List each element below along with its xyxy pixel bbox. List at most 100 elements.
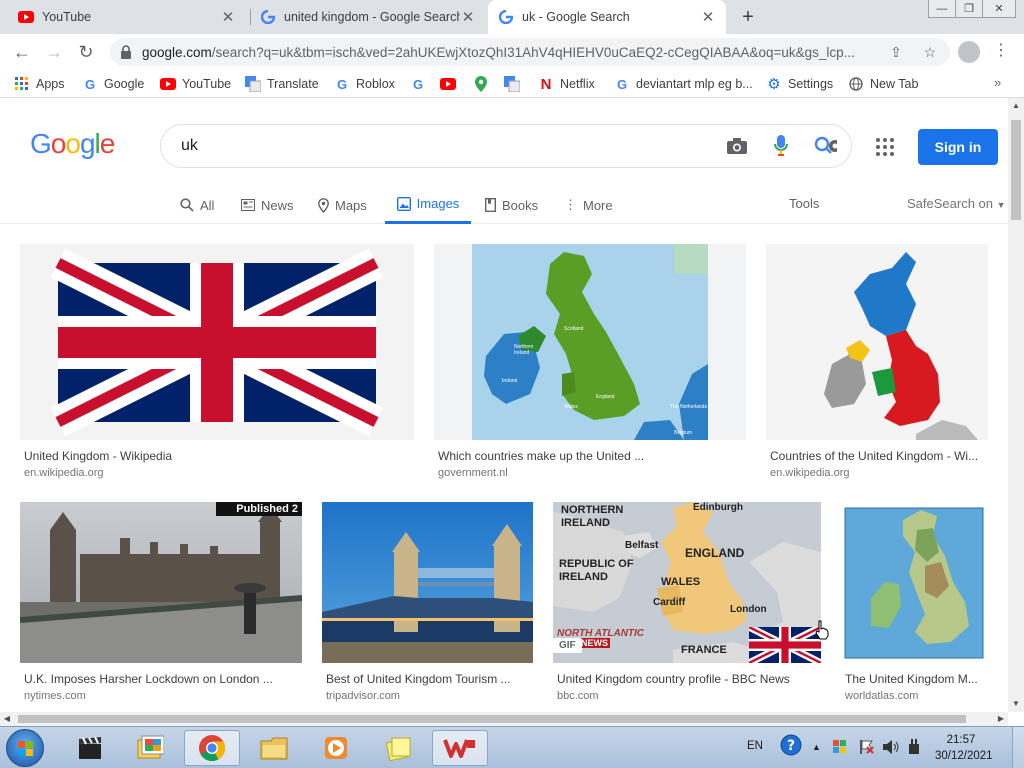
wps-office-icon [443,739,475,758]
result-title[interactable]: The United Kingdom M... [845,672,985,686]
scroll-thumb[interactable] [1011,120,1021,220]
result-thumbnail[interactable] [322,502,533,663]
books-icon [485,198,496,212]
bookmark-settings[interactable]: ⚙ Settings [766,75,833,93]
scroll-right-icon[interactable]: ▶ [994,712,1008,726]
horizontal-scrollbar[interactable]: ◀ ▶ [0,712,1008,726]
close-window-icon[interactable]: ✕ [982,0,1016,18]
tab-images[interactable]: Images [385,186,471,224]
bookmark-star-icon[interactable]: ☆ [920,44,940,61]
chrome-menu-icon[interactable]: ⋮ [993,42,1009,60]
result-title[interactable]: Best of United Kingdom Tourism ... [326,672,529,686]
google-apps-icon[interactable] [876,138,894,156]
start-button[interactable] [6,729,44,767]
bookmark-new-tab[interactable]: New Tab [848,75,918,93]
taskbar-wps-app[interactable] [432,730,488,766]
result-title[interactable]: Countries of the United Kingdom - Wi... [770,449,984,463]
search-input[interactable]: uk [181,137,705,155]
chrome-icon [199,735,226,762]
power-plug-icon[interactable] [906,739,922,755]
vertical-scrollbar[interactable]: ▲ ▼ [1008,98,1024,712]
close-tab-icon[interactable]: ✕ [460,8,476,26]
scroll-up-icon[interactable]: ▲ [1008,98,1024,114]
google-logo[interactable]: Google [30,128,115,160]
result-thumbnail[interactable]: Published 2 [20,502,302,663]
clock-date: 30/12/2021 [935,750,993,762]
restore-icon[interactable]: ❐ [955,0,983,18]
tab-all[interactable]: All [180,186,214,224]
roblox-icon: G [336,76,348,92]
tab-more[interactable]: ⋮ More [564,186,613,224]
result-title[interactable]: United Kingdom country profile - BBC New… [557,672,817,686]
safesearch-dropdown[interactable]: SafeSearch on ▼ [907,196,1006,211]
search-settings-icon[interactable] [813,134,837,158]
action-center-flag-icon[interactable] [832,739,848,755]
sign-in-button[interactable]: Sign in [918,129,998,165]
tab-news[interactable]: News [241,186,294,224]
bookmark-maps[interactable] [473,75,495,93]
result-thumbnail[interactable] [20,244,414,440]
union-jack-small-image [749,627,821,663]
bookmark-deviantart[interactable]: G deviantart mlp eg b... [614,75,753,93]
search-box[interactable]: uk [160,124,852,168]
system-clock[interactable]: 21:57 30/12/2021 [935,732,993,764]
result-title[interactable]: U.K. Imposes Harsher Lockdown on London … [24,672,298,686]
bookmark-youtube-2[interactable] [440,75,462,93]
camera-icon[interactable] [725,134,749,158]
bookmark-google-2[interactable]: G [410,75,432,93]
safesearch-label: SafeSearch on [907,196,994,211]
taskbar-chrome-app[interactable] [184,730,240,766]
result-thumbnail[interactable]: NORTHERN IRELAND Edinburgh Belfast ENGLA… [553,502,821,663]
bookmark-translate-2[interactable] [504,75,526,93]
bookmark-netflix[interactable]: N Netflix [538,75,595,93]
forward-arrow-icon[interactable]: → [42,40,66,64]
taskbar-clapperboard-app[interactable] [62,730,118,766]
tab-maps[interactable]: Maps [318,186,367,224]
tools-button[interactable]: Tools [789,196,819,211]
result-thumbnail[interactable] [766,244,988,440]
tab-books[interactable]: Books [485,186,538,224]
bookmark-translate[interactable]: Translate [245,75,319,93]
windows-taskbar: EN ? ▲ 21:57 30/12/2021 [0,726,1024,768]
result-thumbnail[interactable] [841,502,987,663]
taskbar-media-player-app[interactable] [308,730,364,766]
bookmark-roblox[interactable]: G Roblox [334,75,395,93]
apps-grid-icon [14,76,30,92]
map-label: Ireland [502,378,518,384]
map-label: Belfast [625,540,659,551]
bookmark-youtube[interactable]: YouTube [160,75,231,93]
new-tab-button[interactable]: + [738,6,758,28]
taskbar-explorer-app[interactable] [246,730,302,766]
taskbar-store-app[interactable] [122,730,178,766]
back-arrow-icon[interactable]: ← [10,40,34,64]
share-icon[interactable]: ⇪ [886,44,906,61]
map-label: Scotland [564,326,584,332]
show-hidden-icons-icon[interactable]: ▲ [812,739,821,755]
microphone-icon[interactable] [769,134,793,158]
close-tab-icon[interactable]: ✕ [700,8,716,26]
tab-uk-search[interactable]: uk - Google Search ✕ [488,0,726,34]
bookmark-google[interactable]: G Google [82,75,144,93]
language-indicator[interactable]: EN [747,740,763,752]
result-title[interactable]: United Kingdom - Wikipedia [24,449,410,463]
scroll-left-icon[interactable]: ◀ [0,712,14,726]
bookmarks-overflow-icon[interactable]: » [994,75,1001,90]
bookmark-apps[interactable]: Apps [14,75,65,93]
scroll-thumb[interactable] [18,715,966,723]
close-tab-icon[interactable]: ✕ [220,8,236,26]
address-bar[interactable]: google.com/search?q=uk&tbm=isch&ved=2ahU… [110,38,950,66]
scroll-down-icon[interactable]: ▼ [1008,696,1024,712]
map-label: Edinburgh [693,502,743,513]
tab-youtube[interactable]: YouTube ✕ [8,0,246,34]
result-title[interactable]: Which countries make up the United ... [438,449,742,463]
taskbar-sticky-notes-app[interactable] [370,730,426,766]
result-thumbnail[interactable]: Scotland Northern Ireland Ireland Wales … [434,244,746,440]
reload-icon[interactable]: ↻ [74,40,98,64]
tab-united-kingdom-search[interactable]: united kingdom - Google Search ✕ [250,0,486,34]
volume-icon[interactable] [882,739,900,755]
network-flag-icon[interactable] [858,739,874,755]
help-icon[interactable]: ? [780,734,802,756]
profile-avatar-icon[interactable] [958,41,980,63]
show-desktop-button[interactable] [1012,727,1024,768]
minimize-icon[interactable]: — [928,0,956,18]
